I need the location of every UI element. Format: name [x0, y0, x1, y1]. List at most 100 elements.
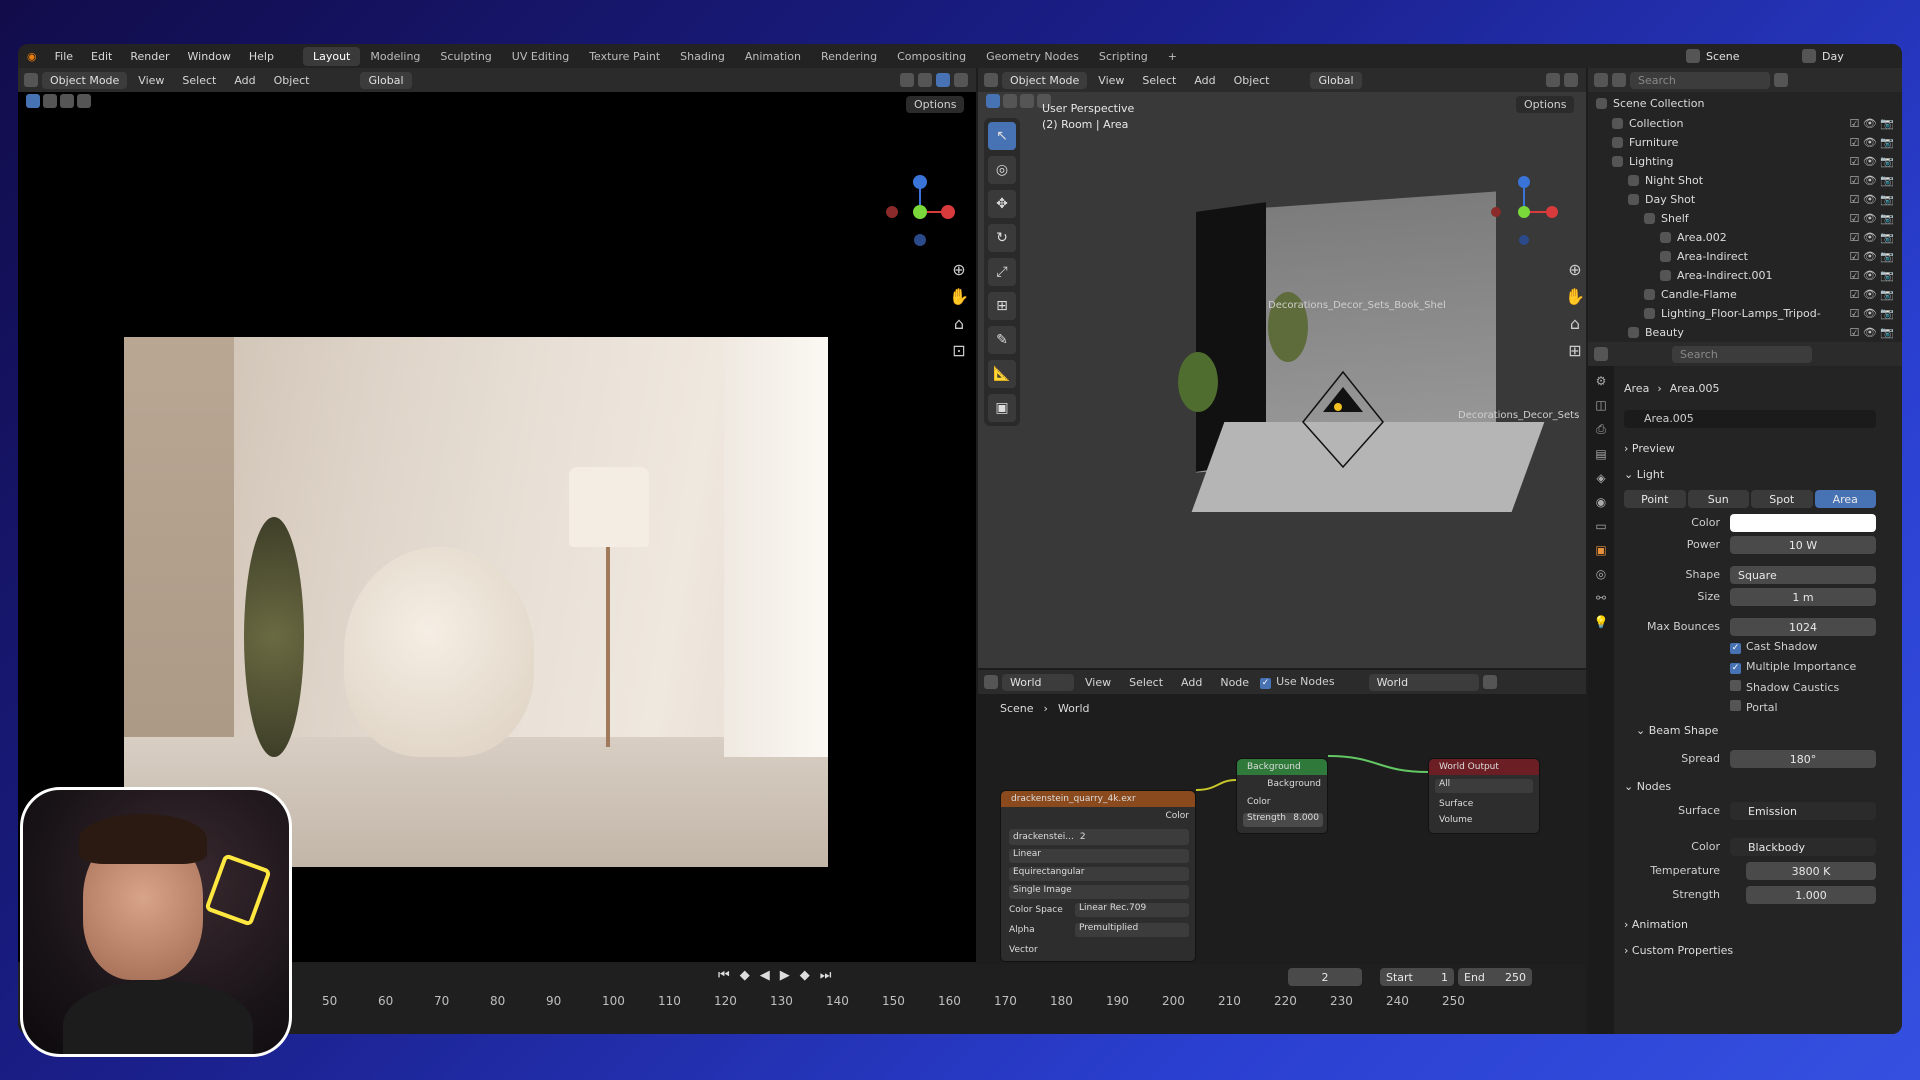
shading-material-icon[interactable]	[918, 73, 932, 87]
node-header[interactable]: World Output	[1429, 759, 1539, 775]
light-datablock-field[interactable]: Area.005	[1624, 410, 1876, 428]
lock-icon[interactable]: ⊡	[952, 341, 965, 360]
node-canvas[interactable]: Scene › World drackenstein_quarry_4k.exr…	[978, 694, 1586, 962]
select-box-icon[interactable]	[986, 94, 1000, 108]
filter-icon[interactable]	[1774, 73, 1788, 87]
node-color-field[interactable]: Blackbody	[1730, 838, 1876, 856]
jump-end-icon[interactable]: ⏭	[820, 968, 832, 983]
next-key-icon[interactable]: ◆	[800, 968, 810, 983]
editor-type-icon[interactable]	[24, 73, 38, 87]
options-button[interactable]: Options	[906, 96, 965, 113]
scene-viewport[interactable]: Options ↖ ◎ ✥ ↻ ⤢ ⊞ ✎ 📐 ▣ User Perspecti…	[978, 92, 1586, 668]
menu-object[interactable]: Object	[267, 72, 317, 89]
menu-edit[interactable]: Edit	[82, 50, 121, 63]
collection-tab-icon[interactable]: ▭	[1595, 519, 1606, 533]
outliner-row[interactable]: Area-Indirect.001 ☑ 👁 📷	[1588, 266, 1902, 285]
tool-tab-icon[interactable]: ⚙	[1596, 374, 1607, 388]
visibility-toggle-icons[interactable]: ☑ 👁 📷	[1849, 231, 1894, 244]
temperature-field[interactable]: 3800 K	[1746, 862, 1876, 880]
camera-icon[interactable]: ⌂	[954, 314, 964, 333]
pan-hand-icon[interactable]: ✋	[1565, 287, 1585, 306]
tab-geometry-nodes[interactable]: Geometry Nodes	[976, 47, 1089, 66]
target-dropdown[interactable]: All	[1435, 779, 1533, 793]
colorspace-dropdown[interactable]: Linear Rec.709	[1075, 903, 1189, 917]
outliner-row[interactable]: Candle-Flame ☑ 👁 📷	[1588, 285, 1902, 304]
shadow-caustics-checkbox[interactable]: Shadow Caustics	[1730, 680, 1839, 694]
preview-section[interactable]: › Preview	[1624, 442, 1675, 455]
select-subtract-icon[interactable]	[60, 94, 74, 108]
view-layer-icon[interactable]	[1802, 49, 1816, 63]
node-strength-field[interactable]: 1.000	[1746, 886, 1876, 904]
pause-render-icon[interactable]	[954, 73, 968, 87]
visibility-toggle-icons[interactable]: ☑ 👁 📷	[1849, 155, 1894, 168]
start-frame-field[interactable]: Start 1	[1380, 968, 1454, 986]
menu-add[interactable]: Add	[227, 72, 262, 89]
select-subtract-icon[interactable]	[1020, 94, 1034, 108]
menu-object[interactable]: Object	[1227, 72, 1277, 89]
scene-tab-icon[interactable]: ◈	[1596, 471, 1605, 485]
outliner-row[interactable]: Area.002 ☑ 👁 📷	[1588, 228, 1902, 247]
world-tab-icon[interactable]: ◉	[1596, 495, 1606, 509]
properties-search[interactable]: Search	[1672, 345, 1812, 363]
annotate-tool-icon[interactable]: ✎	[988, 326, 1016, 354]
select-extend-icon[interactable]	[1003, 94, 1017, 108]
tab-layout[interactable]: Layout	[302, 46, 361, 66]
editor-type-icon[interactable]	[984, 73, 998, 87]
spread-field[interactable]: 180°	[1730, 750, 1876, 768]
editor-type-icon[interactable]	[1594, 347, 1608, 361]
menu-select[interactable]: Select	[1122, 674, 1170, 691]
outliner-row[interactable]: Lighting_Floor-Lamps_Tripod- ☑ 👁 📷	[1588, 304, 1902, 323]
projection-dropdown[interactable]: Equirectangular	[1009, 867, 1189, 881]
menu-view[interactable]: View	[131, 72, 171, 89]
world-output-node[interactable]: World Output All Surface Volume	[1428, 758, 1540, 834]
orientation-dropdown[interactable]: Global	[360, 71, 412, 89]
menu-window[interactable]: Window	[179, 50, 240, 63]
output-tab-icon[interactable]: ⎙	[1596, 422, 1606, 437]
outliner-row[interactable]: Night Shot ☑ 👁 📷	[1588, 171, 1902, 190]
play-reverse-icon[interactable]: ◀	[760, 968, 770, 983]
light-data-tab-icon[interactable]: 💡	[1594, 615, 1609, 629]
use-nodes-checkbox[interactable]: ✓ Use Nodes	[1260, 675, 1335, 689]
outliner-row[interactable]: Beauty ☑ 👁 📷	[1588, 323, 1902, 342]
orientation-dropdown[interactable]: Global	[1310, 71, 1362, 89]
visibility-toggle-icons[interactable]: ☑ 👁 📷	[1849, 269, 1894, 282]
proportional-icon[interactable]	[1564, 73, 1578, 87]
menu-file[interactable]: File	[46, 50, 82, 63]
blender-logo-icon[interactable]: ◉	[18, 50, 46, 63]
navigation-gizmo[interactable]	[880, 172, 960, 252]
select-invert-icon[interactable]	[77, 94, 91, 108]
scene-icon[interactable]	[1686, 49, 1700, 63]
menu-help[interactable]: Help	[240, 50, 283, 63]
strength-field[interactable]: Strength 8.000	[1243, 813, 1323, 827]
alpha-dropdown[interactable]: Premultiplied	[1075, 923, 1189, 937]
source-dropdown[interactable]: Single Image	[1009, 885, 1189, 899]
play-icon[interactable]: ▶	[780, 968, 790, 983]
add-workspace-button[interactable]: +	[1158, 47, 1187, 66]
outliner-row[interactable]: Shelf ☑ 👁 📷	[1588, 209, 1902, 228]
display-mode-icon[interactable]	[1612, 73, 1626, 87]
visibility-toggle-icons[interactable]: ☑ 👁 📷	[1849, 288, 1894, 301]
snap-icon[interactable]	[1546, 73, 1560, 87]
visibility-toggle-icons[interactable]: ☑ 👁 📷	[1849, 250, 1894, 263]
object-tab-icon[interactable]: ▣	[1595, 543, 1606, 557]
node-header[interactable]: Background	[1237, 759, 1327, 775]
light-section[interactable]: ⌄ Light	[1624, 468, 1664, 481]
scene-name[interactable]: Scene	[1706, 50, 1802, 63]
editor-type-icon[interactable]	[984, 675, 998, 689]
pan-hand-icon[interactable]: ✋	[949, 287, 969, 306]
background-node[interactable]: Background Background Color Strength 8.0…	[1236, 758, 1328, 834]
shading-solid-icon[interactable]	[900, 73, 914, 87]
menu-add[interactable]: Add	[1187, 72, 1222, 89]
tab-compositing[interactable]: Compositing	[887, 47, 976, 66]
animation-section[interactable]: › Animation	[1624, 918, 1688, 931]
visibility-toggle-icons[interactable]: ☑ 👁 📷	[1849, 117, 1894, 130]
size-field[interactable]: 1 m	[1730, 588, 1876, 606]
rotate-tool-icon[interactable]: ↻	[988, 224, 1016, 252]
constraints-tab-icon[interactable]: ⚯	[1596, 591, 1606, 605]
tab-texture-paint[interactable]: Texture Paint	[579, 47, 670, 66]
mode-dropdown[interactable]: Object Mode	[1002, 71, 1088, 89]
light-type-spot[interactable]: Spot	[1751, 490, 1813, 508]
visibility-toggle-icons[interactable]: ☑ 👁 📷	[1849, 212, 1894, 225]
visibility-toggle-icons[interactable]: ☑ 👁 📷	[1849, 136, 1894, 149]
zoom-icon[interactable]: ⊕	[1568, 260, 1581, 279]
